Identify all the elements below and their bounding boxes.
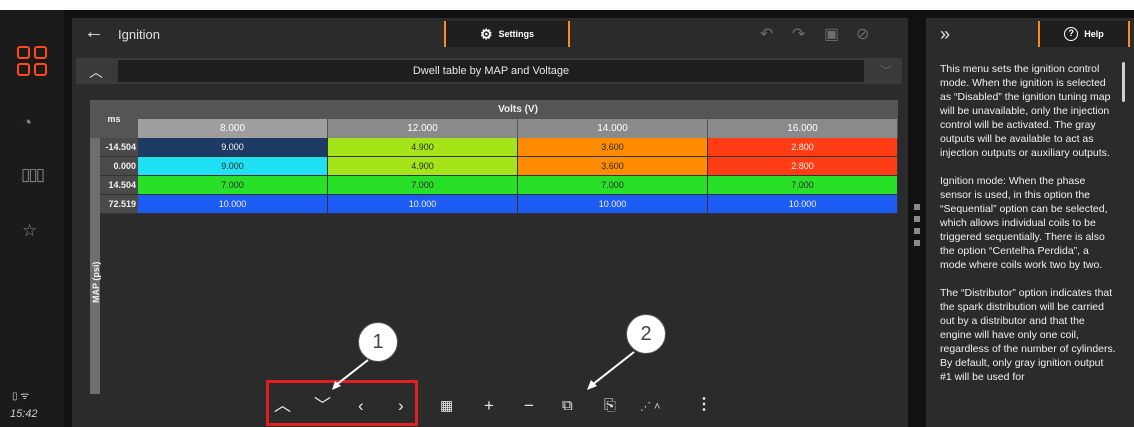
callout-arrows: [332, 351, 635, 390]
